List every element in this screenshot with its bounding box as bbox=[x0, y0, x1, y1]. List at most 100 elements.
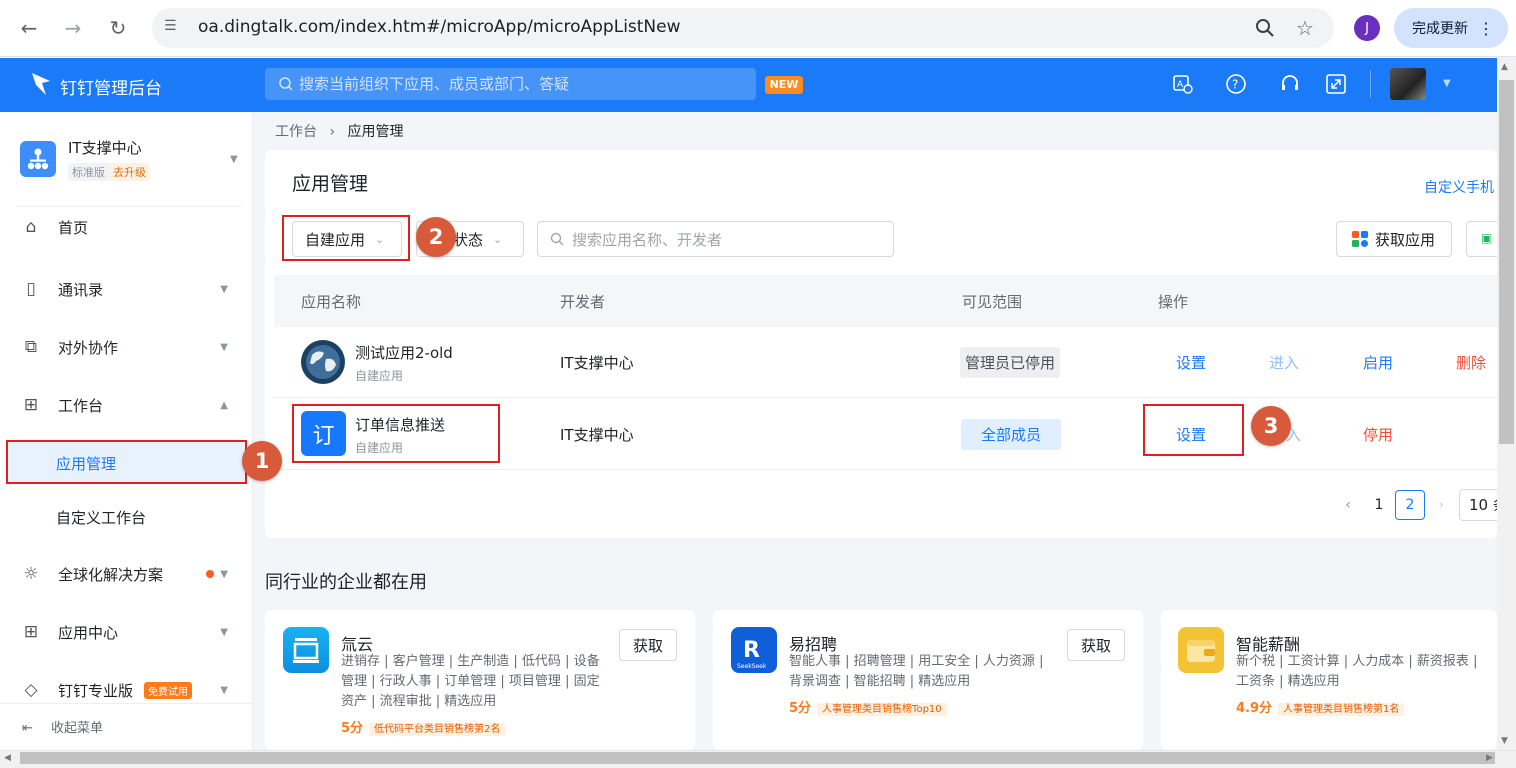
code-icon: ▣ bbox=[1481, 231, 1493, 245]
delete-link[interactable]: 删除 bbox=[1456, 352, 1486, 373]
enter-link[interactable]: 进入 bbox=[1269, 352, 1299, 373]
url-text[interactable]: oa.dingtalk.com/index.htm#/microApp/micr… bbox=[198, 17, 681, 37]
enable-link[interactable]: 启用 bbox=[1363, 352, 1393, 373]
highlight-box-settings bbox=[1143, 404, 1244, 456]
column-header-scope: 可见范围 bbox=[962, 293, 1023, 311]
org-name[interactable]: IT支撑中心 bbox=[68, 137, 142, 158]
rating-score: 5分 bbox=[341, 721, 364, 736]
free-trial-badge: 免费试用 bbox=[144, 682, 192, 699]
app-center-icon: ⊞ bbox=[23, 622, 39, 642]
industry-app-rating: 5分 人事管理类目销售榜Top10 bbox=[789, 697, 947, 716]
user-avatar[interactable] bbox=[1390, 68, 1426, 100]
profile-avatar[interactable]: J bbox=[1354, 15, 1380, 41]
app-grid-icon bbox=[1351, 230, 1369, 248]
table-header bbox=[274, 275, 1497, 327]
page-1-button[interactable]: 1 bbox=[1364, 490, 1394, 520]
svg-text:R: R bbox=[743, 638, 760, 663]
new-badge: NEW bbox=[765, 76, 803, 94]
industry-app-tags: 新个税 | 工资计算 | 人力成本 | 薪资报表 | 工资条 | 精选应用 bbox=[1236, 654, 1478, 689]
chevron-down-icon[interactable]: ▼ bbox=[1443, 78, 1451, 89]
scope-tag-disabled: 管理员已停用 bbox=[960, 347, 1061, 378]
page-2-button[interactable]: 2 bbox=[1395, 490, 1425, 520]
breadcrumb-root[interactable]: 工作台 bbox=[275, 124, 317, 140]
scroll-right-icon[interactable]: ▶ bbox=[1486, 753, 1493, 763]
sidebar-item-external[interactable]: ⧉ 对外协作 ▼ bbox=[20, 327, 240, 367]
back-icon[interactable]: ← bbox=[14, 13, 44, 43]
update-label: 完成更新 bbox=[1412, 21, 1468, 37]
horizontal-scroll-thumb[interactable] bbox=[20, 752, 1495, 764]
upgrade-link[interactable]: 去升级 bbox=[109, 163, 150, 181]
sidebar-item-app-center[interactable]: ⊞ 应用中心 ▼ bbox=[20, 612, 240, 652]
annotation-badge-3: 3 bbox=[1251, 406, 1291, 446]
app-search-input[interactable]: 搜索应用名称、开发者 bbox=[537, 221, 894, 257]
highlight-box-app-type bbox=[282, 215, 410, 261]
get-button[interactable]: 获取 bbox=[1067, 629, 1125, 661]
headset-icon[interactable] bbox=[1277, 71, 1303, 97]
scope-tag-all-members: 全部成员 bbox=[961, 419, 1062, 450]
prev-page-icon[interactable]: ‹ bbox=[1333, 490, 1363, 520]
next-page-icon[interactable]: › bbox=[1426, 490, 1456, 520]
sidebar-item-label: 应用中心 bbox=[58, 623, 119, 642]
row-divider bbox=[274, 469, 1497, 470]
update-button[interactable]: 完成更新 ⋮ bbox=[1394, 8, 1508, 48]
industry-app-tags: 进销存 | 客户管理 | 生产制造 | 低代码 | 设备管理 | 行政人事 | … bbox=[341, 654, 600, 709]
settings-link[interactable]: 设置 bbox=[1176, 352, 1206, 373]
rating-score: 4.9分 bbox=[1236, 701, 1273, 716]
get-button[interactable]: 获取 bbox=[619, 629, 677, 661]
edition-badge: 标准版 bbox=[68, 163, 109, 181]
rank-badge: 人事管理类目销售榜Top10 bbox=[817, 703, 947, 716]
chevron-down-icon: ▼ bbox=[220, 568, 228, 580]
vertical-scroll-thumb[interactable] bbox=[1499, 80, 1514, 444]
breadcrumb-separator-icon: › bbox=[329, 124, 336, 140]
sidebar-item-global[interactable]: ☼ 全球化解决方案 ▼ bbox=[20, 554, 240, 594]
highlight-box-app-management bbox=[6, 440, 247, 484]
sidebar-item-home[interactable]: ⌂ 首页 bbox=[20, 207, 240, 247]
scroll-up-icon[interactable]: ▲ bbox=[1501, 62, 1508, 72]
dingtalk-logo-icon bbox=[30, 71, 52, 97]
search-icon bbox=[278, 76, 294, 92]
column-header-actions: 操作 bbox=[1158, 293, 1189, 311]
collapse-menu-button[interactable]: ⇤ 收起菜单 bbox=[22, 717, 103, 736]
translate-icon[interactable]: A bbox=[1170, 71, 1196, 97]
scroll-left-icon[interactable]: ◀ bbox=[4, 753, 11, 763]
yizhaopin-logo-icon: R SeekSeek bbox=[731, 627, 777, 673]
svg-text:?: ? bbox=[1232, 78, 1238, 92]
sidebar-item-contacts[interactable]: ▯ 通讯录 ▼ bbox=[20, 269, 240, 309]
diamond-icon: ◇ bbox=[24, 680, 38, 700]
bookmark-star-icon[interactable]: ☆ bbox=[1290, 13, 1320, 43]
forward-icon[interactable]: → bbox=[58, 13, 88, 43]
zoom-icon[interactable] bbox=[1250, 13, 1280, 43]
header-divider bbox=[1370, 70, 1371, 98]
annotation-badge-1: 1 bbox=[242, 441, 282, 481]
sidebar-item-pro[interactable]: ◇ 钉钉专业版 ▼ bbox=[20, 670, 240, 710]
annotation-badge-2: 2 bbox=[416, 217, 456, 257]
org-switch-chevron-icon[interactable]: ▼ bbox=[230, 154, 238, 165]
fullscreen-icon[interactable] bbox=[1323, 71, 1349, 97]
site-settings-icon[interactable]: ☰ bbox=[164, 18, 182, 36]
sidebar-item-label: 全球化解决方案 bbox=[58, 565, 164, 584]
chevron-down-icon: ▼ bbox=[220, 283, 228, 295]
search-icon bbox=[550, 232, 564, 246]
help-icon[interactable]: ? bbox=[1223, 71, 1249, 97]
disable-link[interactable]: 停用 bbox=[1363, 424, 1393, 445]
workbench-icon: ⊞ bbox=[23, 395, 39, 415]
sidebar-sub-custom-workbench[interactable]: 自定义工作台 bbox=[56, 507, 146, 528]
app-name[interactable]: 测试应用2-old bbox=[355, 342, 453, 363]
scroll-down-icon[interactable]: ▼ bbox=[1501, 736, 1508, 746]
chevron-down-icon: ⌄ bbox=[493, 232, 503, 246]
globe-icon: ☼ bbox=[23, 564, 39, 584]
developer-cell: IT支撑中心 bbox=[560, 354, 634, 372]
page-title: 应用管理 bbox=[292, 173, 369, 195]
industry-section-title: 同行业的企业都在用 bbox=[265, 572, 427, 593]
industry-app-tags: 智能人事 | 招聘管理 | 用工安全 | 人力资源 | 背景调查 | 智能招聘 … bbox=[789, 654, 1044, 689]
row-divider bbox=[274, 397, 1497, 398]
custom-mobile-link[interactable]: 自定义手机 bbox=[1424, 177, 1494, 197]
global-search-input[interactable]: 搜索当前组织下应用、成员或部门、答疑 bbox=[265, 68, 756, 100]
sidebar-item-label: 通讯录 bbox=[58, 280, 104, 299]
sidebar-item-workbench[interactable]: ⊞ 工作台 ▲ bbox=[20, 385, 240, 425]
sidebar-divider bbox=[0, 703, 252, 704]
reload-icon[interactable]: ↻ bbox=[103, 13, 133, 43]
breadcrumb-current: 应用管理 bbox=[347, 124, 404, 140]
brand-title: 钉钉管理后台 bbox=[60, 79, 162, 99]
org-logo-icon bbox=[20, 141, 56, 177]
